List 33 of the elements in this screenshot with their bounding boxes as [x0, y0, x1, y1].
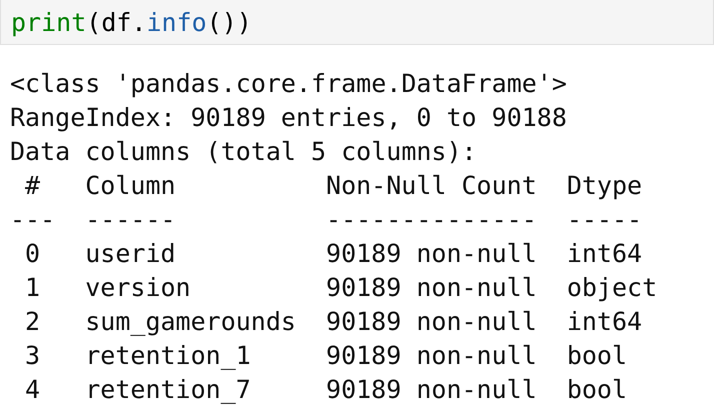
table-cell-text: 90189 non-null	[326, 340, 537, 372]
table-cell-text: 2	[25, 306, 40, 338]
header-separator: ---	[10, 204, 56, 236]
table-cell-text: retention_7	[85, 374, 251, 406]
table-cell-text: version	[85, 272, 191, 304]
table-cell-text: retention_1	[85, 340, 251, 372]
code-line: print(df.info())	[11, 8, 252, 36]
header-separator: --------------	[326, 204, 537, 236]
table-cell-text: bool	[566, 374, 628, 406]
table-cell-text: object	[566, 272, 658, 304]
table-cell-text: bool	[566, 340, 628, 372]
column-header: Non-Null Count	[326, 170, 537, 202]
output-line: <class 'pandas.core.frame.DataFrame'>	[10, 68, 568, 100]
table-cell-text: int64	[566, 238, 642, 270]
table-cell-text: 4	[25, 374, 40, 406]
table-cell-text: 3	[25, 340, 40, 372]
code-cell[interactable]: print(df.info())	[0, 0, 714, 45]
output-line: RangeIndex: 90189 entries, 0 to 90188	[10, 102, 568, 134]
output-line: Data columns (total 5 columns):	[10, 136, 478, 168]
table-cell-text: sum_gamerounds	[85, 306, 296, 338]
table-cell-text: 1	[25, 272, 40, 304]
column-header: #	[25, 170, 40, 202]
column-header: Column	[85, 170, 176, 202]
table-cell-text: userid	[85, 238, 176, 270]
table-cell-text: 90189 non-null	[326, 238, 537, 270]
table-cell-text: 90189 non-null	[326, 374, 537, 406]
table-cell-text: 0	[25, 238, 40, 270]
table-cell-text: 90189 non-null	[326, 272, 537, 304]
header-separator: -----	[566, 204, 642, 236]
header-separator: ------	[85, 204, 176, 236]
table-cell-text: int64	[566, 306, 642, 338]
column-header: Dtype	[566, 170, 642, 202]
table-cell-text: 90189 non-null	[326, 306, 537, 338]
